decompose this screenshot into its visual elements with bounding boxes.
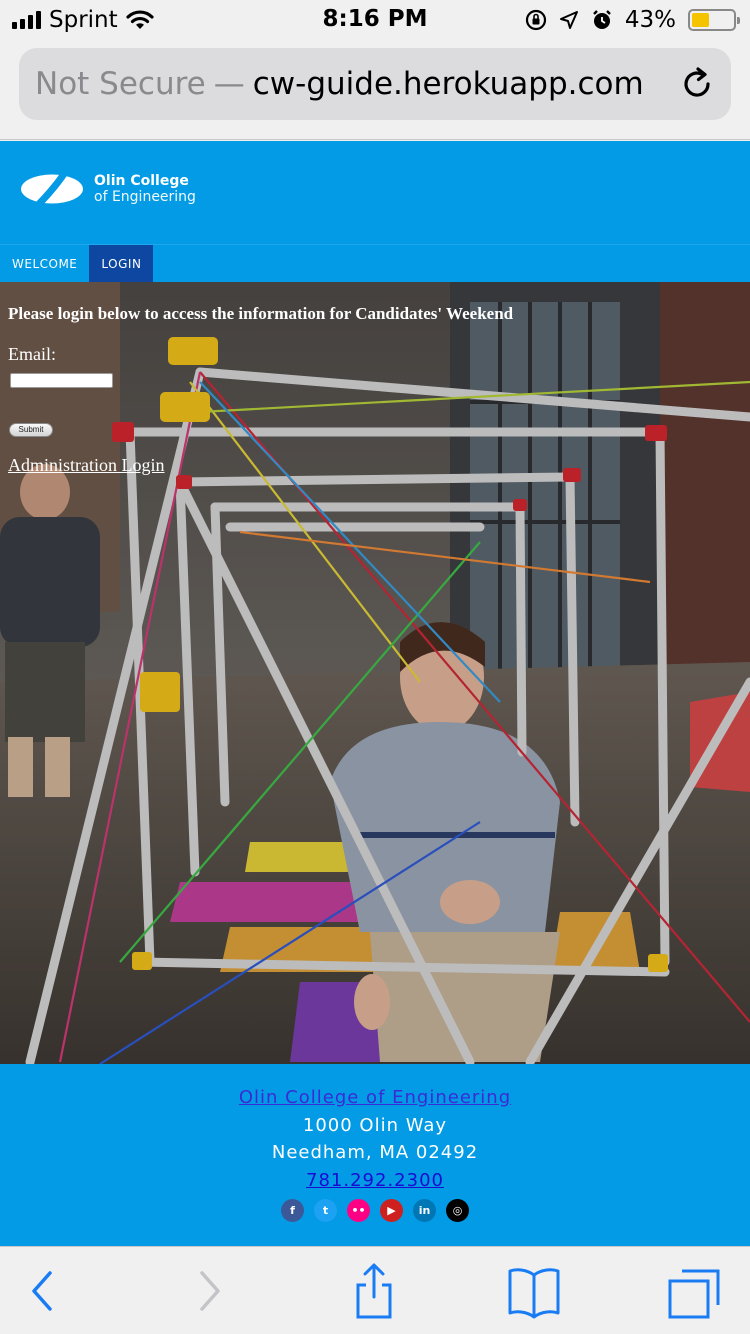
- submit-button[interactable]: Submit: [9, 423, 53, 437]
- address-line1: 1000 Olin Way: [302, 1115, 448, 1136]
- share-icon[interactable]: [344, 1261, 404, 1321]
- college-link[interactable]: Olin College of Engineering: [239, 1087, 511, 1108]
- reload-icon[interactable]: [679, 66, 715, 102]
- facebook-icon[interactable]: f: [281, 1199, 304, 1222]
- orientation-lock-icon: [525, 9, 546, 31]
- address-line2: Needham, MA 02492: [271, 1142, 479, 1163]
- site-nav: WELCOME LOGIN: [0, 244, 750, 283]
- login-heading: Please login below to access the informa…: [8, 304, 514, 323]
- youtube-icon[interactable]: ▶: [380, 1199, 403, 1222]
- url-host: cw-guide.herokuapp.com: [252, 66, 644, 102]
- olin-logo-icon: [21, 173, 83, 205]
- twitter-icon[interactable]: t: [314, 1199, 337, 1222]
- status-right: 43%: [525, 6, 740, 34]
- alarm-clock-icon: [593, 10, 611, 29]
- email-label: Email:: [8, 344, 56, 364]
- instagram-icon[interactable]: ◎: [446, 1199, 469, 1222]
- logo-line1: Olin College: [94, 173, 189, 189]
- site-footer: Olin College of Engineering 1000 Olin Wa…: [0, 1064, 750, 1246]
- social-links: f t •• ▶ in ◎: [0, 1199, 750, 1222]
- battery-percent: 43%: [624, 7, 676, 33]
- bookmarks-icon[interactable]: [504, 1261, 564, 1321]
- login-form: Please login below to access the informa…: [8, 304, 513, 476]
- security-label: Not Secure: [35, 66, 206, 102]
- site-header: Olin College of Engineering WELCOME LOGI…: [0, 141, 750, 283]
- olin-logo[interactable]: Olin College of Engineering: [20, 173, 196, 205]
- logo-line2: of Engineering: [94, 189, 196, 205]
- tabs-icon[interactable]: [664, 1261, 724, 1321]
- forward-chevron-icon[interactable]: [180, 1261, 240, 1321]
- nav-login[interactable]: LOGIN: [89, 245, 154, 283]
- browser-address-area: Not Secure — cw-guide.herokuapp.com: [0, 40, 750, 140]
- back-chevron-icon[interactable]: [12, 1261, 72, 1321]
- nav-welcome[interactable]: WELCOME: [0, 245, 89, 283]
- battery-level: [692, 13, 710, 27]
- url-separator: —: [213, 66, 245, 102]
- administration-login-link[interactable]: Administration Login: [8, 455, 165, 476]
- logo-text: Olin College of Engineering: [94, 173, 196, 205]
- battery-icon: [688, 9, 740, 31]
- linkedin-icon[interactable]: in: [413, 1199, 436, 1222]
- hero-section: Please login below to access the informa…: [0, 282, 750, 1064]
- flickr-icon[interactable]: ••: [347, 1199, 370, 1222]
- address-bar[interactable]: Not Secure — cw-guide.herokuapp.com: [19, 48, 731, 120]
- browser-toolbar: [0, 1246, 750, 1334]
- status-bar: Sprint 8:16 PM 43%: [0, 0, 750, 40]
- email-field[interactable]: [10, 373, 113, 388]
- phone-link[interactable]: 781.292.2300: [306, 1170, 444, 1191]
- location-arrow-icon: [559, 11, 578, 29]
